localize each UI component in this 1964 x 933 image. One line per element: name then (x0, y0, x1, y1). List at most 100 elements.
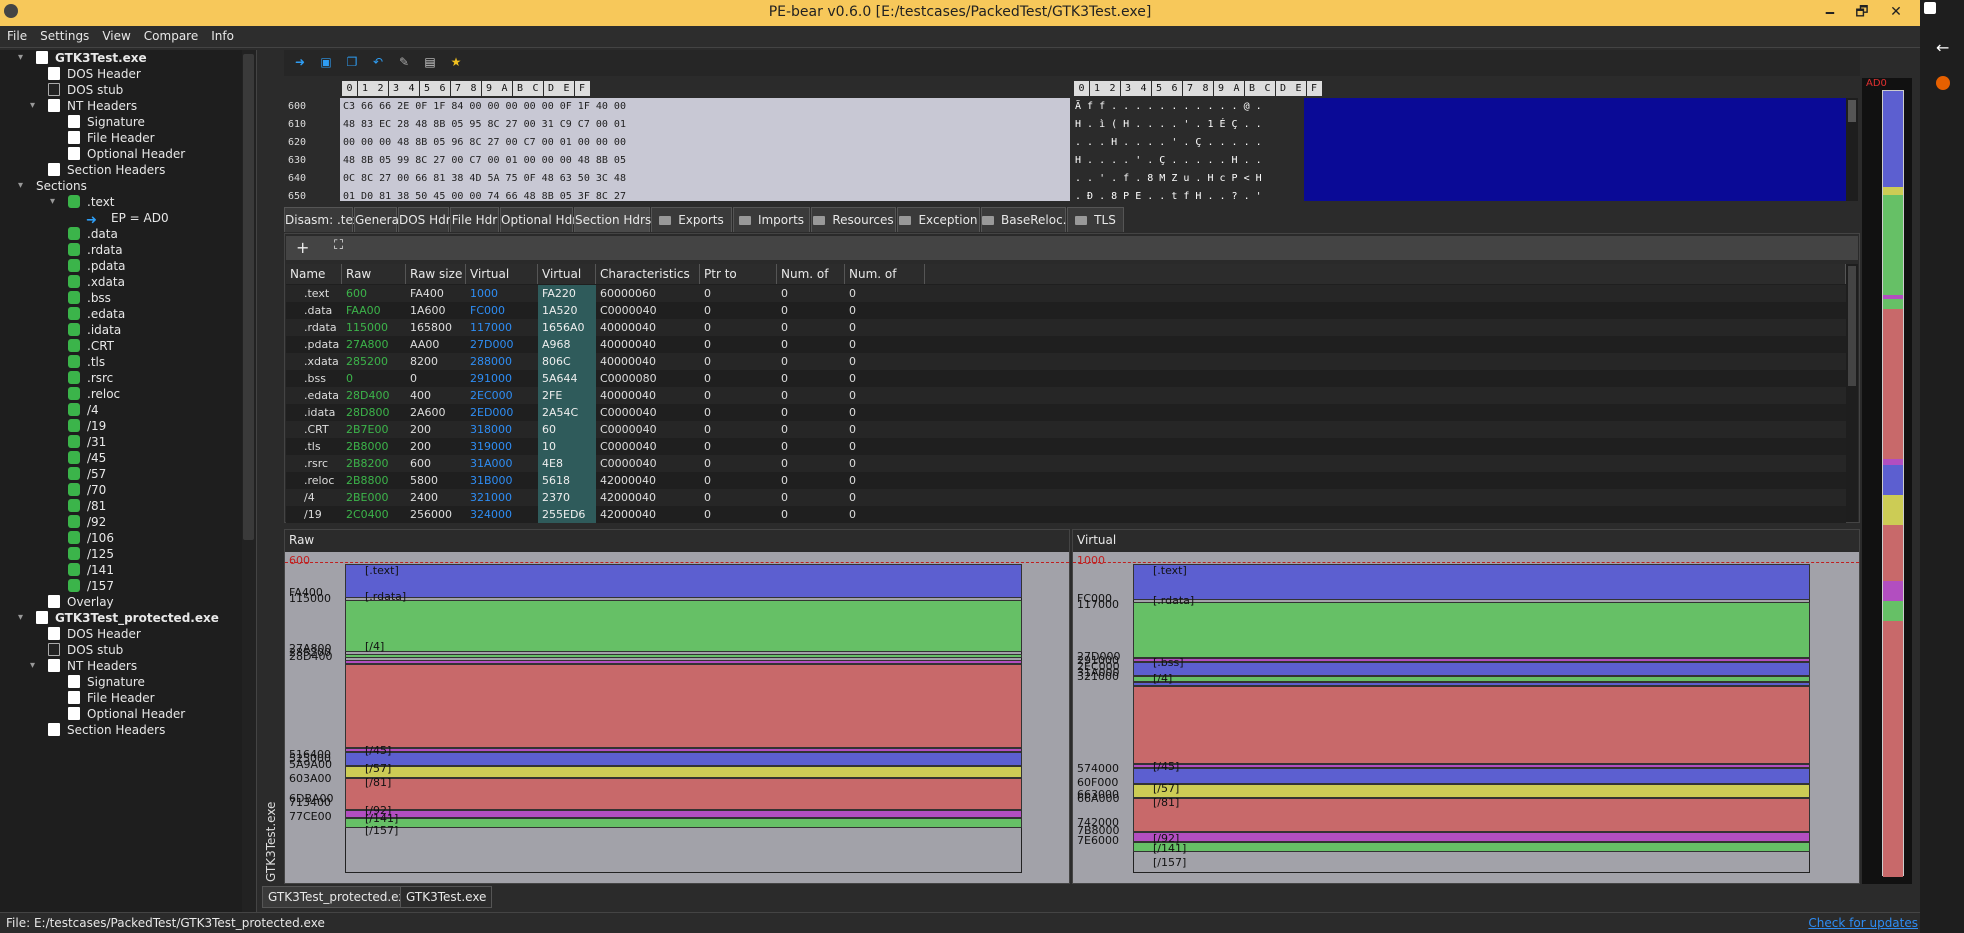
table-row[interactable]: .CRT 2B7E00 200 318000 60 C0000040 0 0 0 (286, 421, 1846, 438)
section-block[interactable] (1133, 832, 1810, 842)
expand-arrow-icon[interactable]: ▾ (18, 176, 23, 196)
column-header[interactable]: Raw Addr. (342, 264, 406, 301)
raw-layout-plot[interactable]: 600 FA400 115000 27A800 285200 28D400 516400 52… (285, 552, 1069, 883)
hex-row-bytes[interactable]: 48 83 EC 28 48 8B 05 95 8C 27 00 31 C9 C… (343, 116, 1070, 134)
column-header[interactable]: Raw size (406, 264, 466, 284)
section-block[interactable] (1133, 768, 1810, 784)
menu-file[interactable]: File (0, 26, 33, 43)
table-scrollbar[interactable] (1846, 264, 1858, 522)
maximize-button[interactable]: 🗗 (1846, 0, 1878, 26)
hex-row-bytes[interactable]: 0C 8C 27 00 66 81 38 4D 5A 75 0F 48 63 5… (343, 170, 1070, 188)
map-segment[interactable] (1883, 525, 1903, 581)
section-map-strip[interactable] (1882, 90, 1904, 877)
section-block[interactable] (345, 664, 1022, 748)
tab-file-hdr[interactable]: File Hdr (450, 207, 499, 232)
pin-icon[interactable]: ✎ (396, 55, 412, 71)
map-segment[interactable] (1883, 91, 1903, 187)
map-segment[interactable] (1883, 195, 1903, 295)
section-block[interactable] (1133, 662, 1810, 676)
tab-dos-hdr[interactable]: DOS Hdr (398, 207, 451, 232)
table-row[interactable]: .pdata 27A800 AA00 27D000 A968 40000040 0 0 0 (286, 336, 1846, 353)
menu-info[interactable]: Info (204, 26, 240, 43)
expand-arrow-icon[interactable]: ▾ (18, 50, 23, 68)
tab-exports[interactable]: Exports (651, 207, 732, 232)
section-block[interactable] (345, 564, 1022, 598)
ascii-row[interactable]: . Ð . 8 P E . . t f H . . ? . ' (1075, 188, 1304, 201)
column-header[interactable]: Virtual Addr. (466, 264, 538, 301)
table-row[interactable]: .reloc 2B8800 5800 31B000 5618 42000040 0 0 0 (286, 472, 1846, 489)
fit-icon[interactable]: ⛶ (334, 238, 343, 253)
tab-general[interactable]: General (354, 207, 402, 232)
hex-bytes-view[interactable]: C3 66 66 2E 0F 1F 84 00 00 00 00 00 0F 1… (340, 98, 1070, 201)
expand-arrow-icon[interactable]: ▾ (18, 608, 23, 628)
map-segment[interactable] (1883, 495, 1903, 525)
map-segment[interactable] (1883, 465, 1903, 495)
ascii-view[interactable]: Ã f f . . . . . . . . . . . @ .H . ì ( H… (1072, 98, 1304, 201)
section-block[interactable] (345, 778, 1022, 810)
goto-icon[interactable]: ➜ (292, 55, 308, 71)
section-block[interactable] (345, 818, 1022, 828)
menu-view[interactable]: View (95, 26, 136, 43)
export-icon[interactable]: ▤ (422, 55, 438, 71)
table-row[interactable]: .data FAA00 1A600 FC000 1A520 C0000040 0 0 0 (286, 302, 1846, 319)
tab-disasm-text[interactable]: Disasm: .text (284, 207, 364, 232)
map-segment[interactable] (1883, 299, 1903, 309)
file-tab-gtk3test[interactable]: GTK3Test.exe (400, 886, 493, 908)
hex-scrollbar[interactable] (1846, 98, 1858, 201)
menu-settings[interactable]: Settings (33, 26, 95, 43)
tab-resources[interactable]: Resources (811, 207, 896, 232)
table-row[interactable]: /19 2C0400 256000 324000 255ED6 42000040 0 0 0 (286, 506, 1846, 523)
virtual-layout-plot[interactable]: 1000 FC000 117000 27D000 291000 2EC000 31A000 3… (1073, 552, 1859, 883)
firefox-icon[interactable] (1936, 76, 1950, 90)
menu-compare[interactable]: Compare (137, 26, 204, 43)
section-block[interactable] (1133, 602, 1810, 658)
table-row[interactable]: .rsrc 2B8200 600 31A000 4E8 C0000040 0 0 0 (286, 455, 1846, 472)
vertical-file-tab[interactable]: GTK3Test.exe (262, 800, 280, 882)
ascii-row[interactable]: H . ì ( H . . . . ' . 1 É Ç . . (1075, 116, 1304, 134)
section-block[interactable] (345, 810, 1022, 818)
add-section-button[interactable]: + (296, 238, 309, 257)
expand-arrow-icon[interactable]: ▾ (30, 96, 35, 116)
tab-imports[interactable]: Imports (733, 207, 810, 232)
table-row[interactable]: .bss 0 0 291000 5A644 C0000080 0 0 0 (286, 370, 1846, 387)
column-header[interactable]: Virtual Size (538, 264, 596, 301)
copy-icon[interactable]: ❐ (344, 55, 360, 71)
file-map-bar[interactable]: AD0 (1862, 78, 1912, 884)
hex-row-bytes[interactable]: 01 D0 81 38 50 45 00 00 74 66 48 8B 05 3… (343, 188, 1070, 201)
tab-section-hdrs[interactable]: Section Hdrs (574, 207, 651, 232)
column-header[interactable]: Characteristics (596, 264, 700, 284)
tab-tls[interactable]: TLS (1067, 207, 1124, 232)
hex-row-bytes[interactable]: 00 00 00 48 8B 05 96 8C 27 00 C7 00 01 0… (343, 134, 1070, 152)
column-header[interactable]: Num. of Reloc. (777, 264, 845, 301)
tab-exception[interactable]: Exception (897, 207, 980, 232)
tree-scrollbar-thumb[interactable] (243, 54, 254, 540)
section-block[interactable] (345, 654, 1022, 658)
column-header[interactable]: Num. of Linenum. (845, 264, 925, 301)
table-row[interactable]: .rdata 115000 165800 117000 1656A0 40000040 0 0… (286, 319, 1846, 336)
tab-optional-hdr[interactable]: Optional Hdr (500, 207, 577, 232)
section-block[interactable] (345, 752, 1022, 766)
expand-arrow-icon[interactable]: ▾ (50, 192, 55, 212)
close-button[interactable]: ✕ (1880, 0, 1912, 26)
map-segment[interactable] (1883, 187, 1903, 195)
file-tab-protected[interactable]: GTK3Test_protected.exe (262, 886, 419, 908)
section-block[interactable] (1133, 564, 1810, 600)
tree-item[interactable]: Section Headers (48, 720, 165, 740)
undo-icon[interactable]: ↶ (370, 55, 386, 71)
tab-basereloc[interactable]: BaseReloc. (981, 207, 1067, 232)
minimize-button[interactable]: 🗕 (1814, 0, 1846, 26)
map-segment[interactable] (1883, 309, 1903, 459)
section-block[interactable] (345, 600, 1022, 652)
section-block[interactable] (1133, 798, 1810, 832)
table-row[interactable]: .tls 2B8000 200 319000 10 C0000040 0 0 0 (286, 438, 1846, 455)
section-block[interactable] (1133, 784, 1810, 798)
back-arrow-icon[interactable]: ← (1936, 38, 1949, 57)
expand-arrow-icon[interactable]: ▾ (30, 656, 35, 676)
section-block[interactable] (1133, 686, 1810, 764)
table-row[interactable]: .xdata 285200 8200 288000 806C 40000040 0 0 0 (286, 353, 1846, 370)
ascii-row[interactable]: . . . H . . . . ' . Ç . . . . . (1075, 134, 1304, 152)
table-row[interactable]: .idata 28D800 2A600 2ED000 2A54C C0000040 0 0 0 (286, 404, 1846, 421)
section-block[interactable] (1133, 842, 1810, 852)
table-row[interactable]: .text 600 FA400 1000 FA220 60000060 0 0 0 (286, 285, 1846, 302)
map-segment[interactable] (1883, 581, 1903, 601)
